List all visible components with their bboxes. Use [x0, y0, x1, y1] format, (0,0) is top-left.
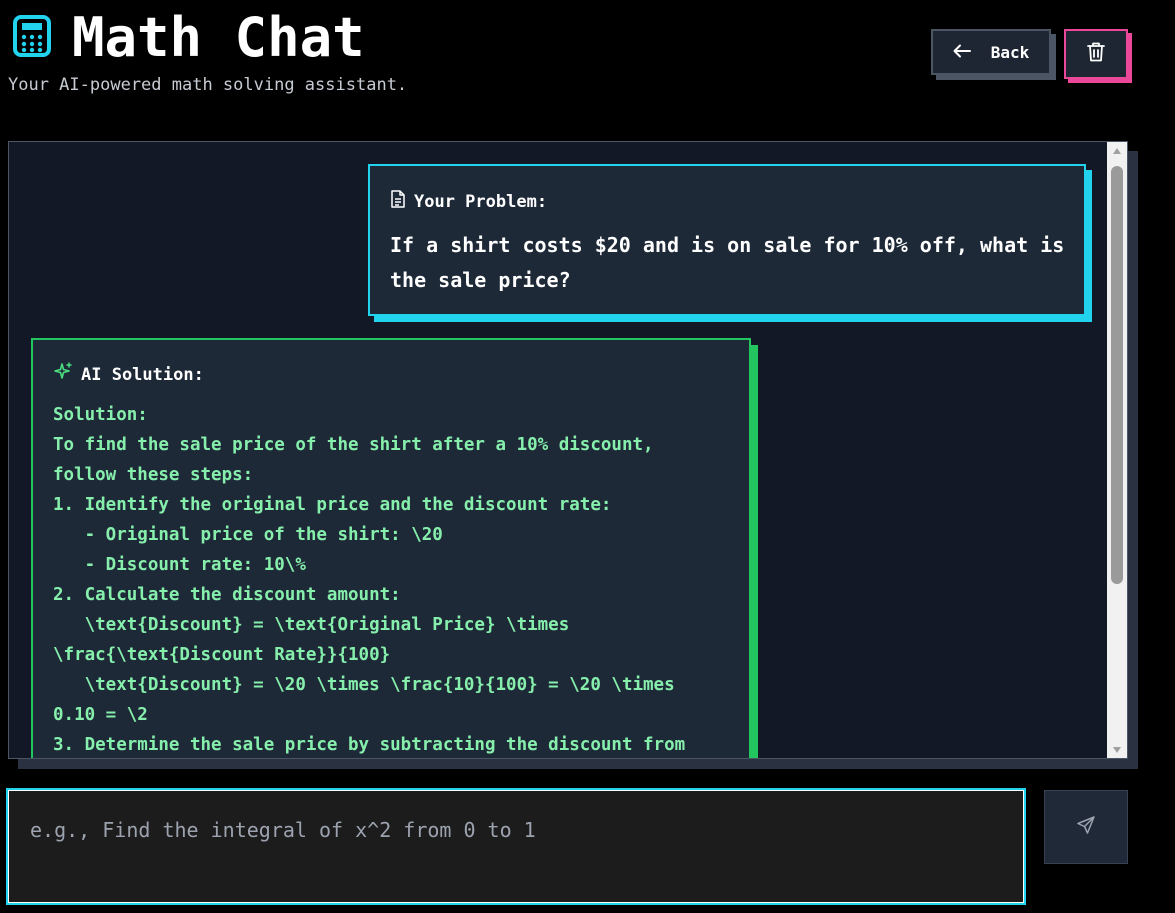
ai-message-heading: AI Solution:: [53, 362, 204, 388]
user-message: Your Problem: If a shirt costs $20 and i…: [368, 164, 1086, 316]
solution-line: Solution:: [53, 405, 148, 425]
scrollbar-thumb[interactable]: [1111, 166, 1123, 584]
user-message-heading-label: Your Problem:: [414, 192, 548, 212]
clear-chat-button[interactable]: [1064, 29, 1128, 79]
send-button[interactable]: [1044, 790, 1128, 864]
chat-scrollbar[interactable]: [1107, 142, 1127, 758]
solution-line: \text{Discount} = \20 \times \frac{10}{1…: [53, 675, 675, 695]
ai-solution-text: Solution: To find the sale price of the …: [53, 400, 743, 758]
solution-line: To find the sale price of the shirt afte…: [53, 435, 654, 455]
back-button-label: Back: [990, 42, 1030, 62]
document-icon: [390, 190, 406, 214]
solution-line: - Original price of the shirt: \20: [53, 525, 443, 545]
solution-line: \text{Discount} = \text{Original Price} …: [53, 615, 570, 635]
solution-line: 2. Calculate the discount amount:: [53, 585, 401, 605]
arrow-left-icon: [953, 43, 971, 62]
back-button[interactable]: Back: [931, 29, 1051, 75]
ai-message-heading-label: AI Solution:: [81, 365, 204, 385]
solution-line: 3. Determine the sale price by subtracti…: [53, 735, 686, 755]
chat-panel[interactable]: Your Problem: If a shirt costs $20 and i…: [8, 141, 1128, 759]
user-message-text: If a shirt costs $20 and is on sale for …: [390, 233, 1065, 292]
problem-input-box: [6, 788, 1026, 905]
solution-line: 1. Identify the original price and the d…: [53, 495, 612, 515]
scroll-down-arrow-icon[interactable]: [1107, 741, 1127, 758]
calculator-icon: [12, 14, 52, 58]
solution-line: \frac{\text{Discount Rate}}{100}: [53, 645, 391, 665]
app-subtitle: Your AI-powered math solving assistant.: [8, 75, 408, 95]
send-icon: [1076, 815, 1096, 839]
solution-line: 0.10 = \2: [53, 705, 148, 725]
app-title: Math Chat: [72, 6, 365, 69]
trash-icon: [1087, 42, 1105, 66]
app-header: Math Chat Your AI-powered math solving a…: [0, 0, 1175, 110]
sparkles-icon: [53, 362, 73, 388]
solution-line: follow these steps:: [53, 465, 254, 485]
scroll-up-arrow-icon[interactable]: [1107, 142, 1127, 159]
user-message-heading: Your Problem:: [390, 190, 547, 214]
ai-message: AI Solution: Solution: To find the sale …: [31, 338, 751, 758]
problem-input[interactable]: [10, 792, 1022, 901]
solution-line: - Discount rate: 10\%: [53, 555, 306, 575]
